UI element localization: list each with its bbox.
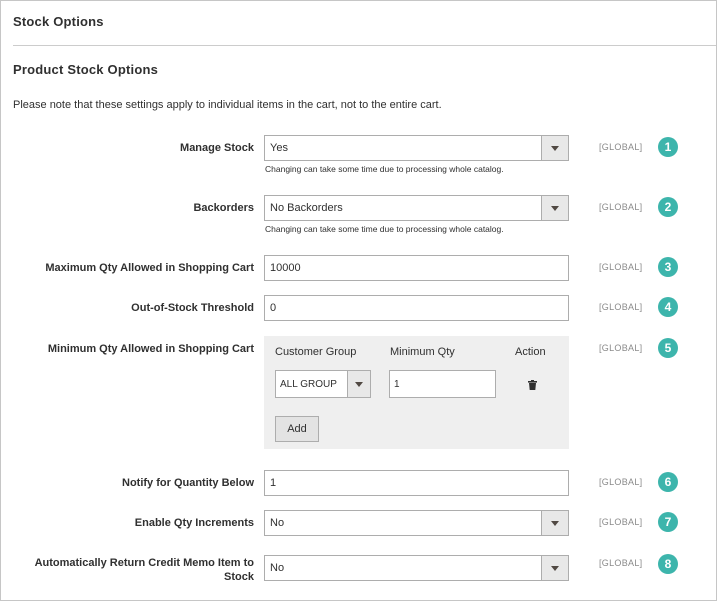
chevron-down-icon [541, 511, 568, 535]
customer-group-select[interactable]: ALL GROUP [275, 370, 371, 398]
step-badge: 6 [658, 472, 678, 492]
group-title: Product Stock Options [13, 62, 159, 77]
step-badge: 1 [658, 137, 678, 157]
scope-label: [GLOBAL] [599, 202, 643, 212]
customer-group-value: ALL GROUP [280, 379, 337, 390]
step-badge: 5 [658, 338, 678, 358]
minimum-qty-input[interactable]: 1 [389, 370, 496, 398]
step-badge: 2 [658, 197, 678, 217]
max-qty-label: Maximum Qty Allowed in Shopping Cart [45, 262, 254, 274]
manage-stock-select[interactable]: Yes [264, 135, 569, 161]
scope-label: [GLOBAL] [599, 343, 643, 353]
trash-icon[interactable] [528, 380, 537, 390]
scope-label: [GLOBAL] [599, 477, 643, 487]
chevron-down-icon [541, 196, 568, 220]
backorders-hint: Changing can take some time due to proce… [265, 224, 504, 234]
oos-threshold-value: 0 [270, 302, 277, 314]
backorders-select[interactable]: No Backorders [264, 195, 569, 221]
stock-options-panel: Stock Options Product Stock Options Plea… [0, 0, 717, 601]
chevron-down-icon [541, 136, 568, 160]
manage-stock-value: Yes [270, 142, 288, 154]
return-credit-memo-value: No [270, 562, 285, 574]
step-badge: 8 [658, 554, 678, 574]
return-credit-memo-select[interactable]: No [264, 555, 569, 581]
min-qty-label: Minimum Qty Allowed in Shopping Cart [47, 343, 254, 355]
section-title[interactable]: Stock Options [13, 14, 104, 29]
scope-label: [GLOBAL] [599, 517, 643, 527]
backorders-label: Backorders [193, 202, 254, 214]
customer-group-header: Customer Group [275, 346, 357, 358]
qty-increments-select[interactable]: No [264, 510, 569, 536]
max-qty-value: 10000 [270, 262, 301, 274]
scope-label: [GLOBAL] [599, 262, 643, 272]
chevron-down-icon [347, 371, 370, 397]
manage-stock-label: Manage Stock [180, 142, 254, 154]
minimum-qty-header: Minimum Qty [390, 346, 455, 358]
scope-label: [GLOBAL] [599, 302, 643, 312]
notify-below-label: Notify for Quantity Below [122, 477, 254, 489]
section-divider [13, 45, 716, 46]
scope-label: [GLOBAL] [599, 142, 643, 152]
minimum-qty-value: 1 [394, 379, 400, 390]
step-badge: 4 [658, 297, 678, 317]
max-qty-input[interactable]: 10000 [264, 255, 569, 281]
step-badge: 7 [658, 512, 678, 532]
return-credit-memo-label: Automatically Return Credit Memo Item to… [34, 557, 254, 583]
min-qty-table: Customer Group Minimum Qty Action ALL GR… [264, 336, 569, 449]
scope-label: [GLOBAL] [599, 558, 643, 568]
settings-note: Please note that these settings apply to… [13, 99, 442, 111]
notify-below-value: 1 [270, 477, 277, 489]
qty-increments-label: Enable Qty Increments [134, 517, 254, 529]
chevron-down-icon [541, 556, 568, 580]
notify-below-input[interactable]: 1 [264, 470, 569, 496]
manage-stock-hint: Changing can take some time due to proce… [265, 164, 504, 174]
action-header: Action [515, 346, 546, 358]
backorders-value: No Backorders [270, 202, 343, 214]
add-button[interactable]: Add [275, 416, 319, 442]
oos-threshold-input[interactable]: 0 [264, 295, 569, 321]
step-badge: 3 [658, 257, 678, 277]
oos-threshold-label: Out-of-Stock Threshold [131, 302, 254, 314]
qty-increments-value: No [270, 517, 285, 529]
